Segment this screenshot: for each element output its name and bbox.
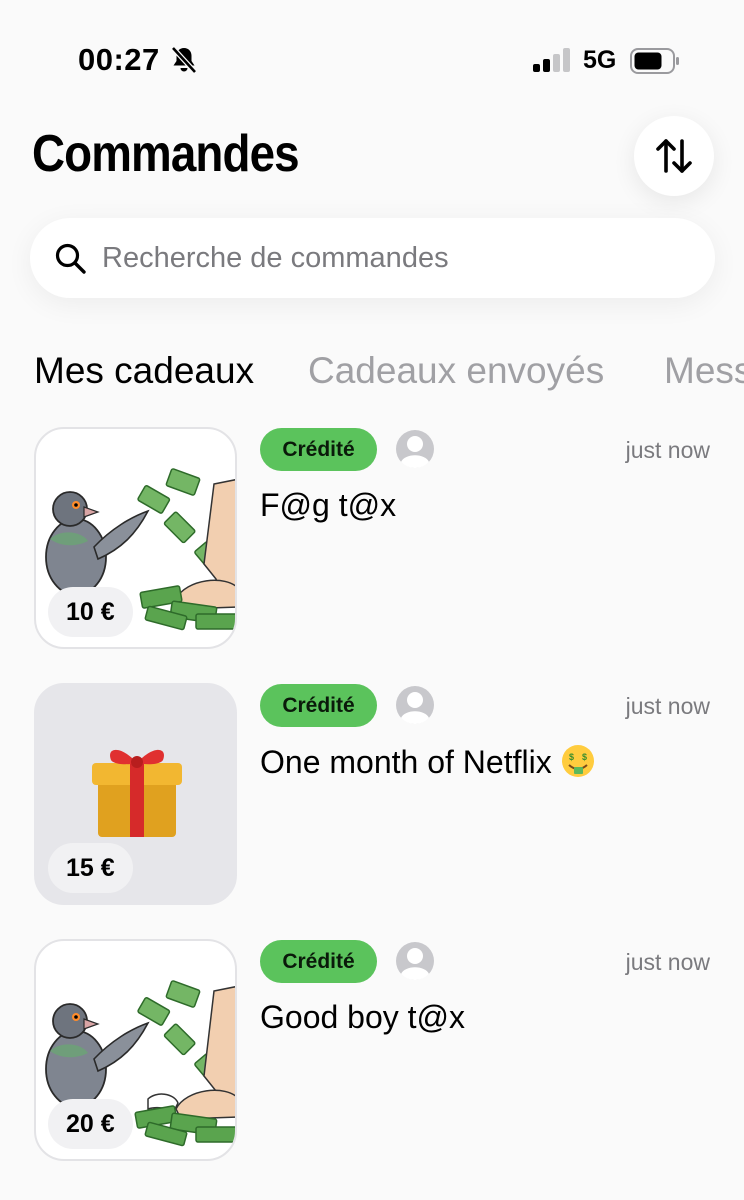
price-tag: 20 € — [48, 1099, 133, 1149]
avatar-icon[interactable] — [395, 429, 435, 469]
gift-image: 10 € — [34, 427, 237, 649]
tab-bar: Mes cadeaux Cadeaux envoyés Mess — [34, 350, 744, 400]
search-bar[interactable] — [30, 218, 715, 298]
order-title-text: One month of Netflix — [260, 744, 552, 780]
battery-icon — [630, 48, 679, 74]
bell-muted-icon — [171, 46, 197, 74]
avatar-icon[interactable] — [395, 685, 435, 725]
tab-cadeaux-envoyes[interactable]: Cadeaux envoyés — [308, 350, 604, 392]
money-mouth-face-icon: $ $ — [561, 745, 594, 777]
status-bar: 00:27 5G — [0, 0, 744, 110]
gift-image: 15 € — [34, 683, 237, 905]
network-type: 5G — [583, 46, 617, 74]
tab-mes-cadeaux[interactable]: Mes cadeaux — [34, 350, 254, 392]
status-badge: Crédité — [260, 684, 377, 727]
gift-image: 20 € — [34, 939, 237, 1161]
price-tag: 10 € — [48, 587, 133, 637]
avatar-icon[interactable] — [395, 941, 435, 981]
svg-text:$: $ — [582, 752, 587, 762]
page-title: Commandes — [32, 125, 300, 183]
tab-messages[interactable]: Mess — [664, 350, 744, 392]
svg-text:$: $ — [569, 752, 574, 762]
search-input[interactable] — [102, 232, 682, 284]
sort-button[interactable] — [634, 116, 714, 196]
order-timestamp: just now — [625, 437, 710, 463]
order-title: One month of Netflix $ $ — [260, 743, 596, 781]
status-time: 00:27 — [78, 42, 160, 77]
search-icon — [55, 243, 86, 274]
order-item[interactable]: 10 € Crédité just now F@g t@x — [0, 427, 744, 657]
status-badge: Crédité — [260, 940, 377, 983]
order-timestamp: just now — [625, 693, 710, 719]
order-timestamp: just now — [625, 949, 710, 975]
sort-arrows-icon — [656, 139, 692, 173]
order-item[interactable]: 15 € Crédité just now One month of Netfl… — [0, 683, 744, 913]
order-title: Good boy t@x — [260, 999, 466, 1035]
signal-icon — [533, 48, 570, 72]
status-badge: Crédité — [260, 428, 377, 471]
order-title: F@g t@x — [260, 487, 397, 523]
order-item[interactable]: 20 € Crédité just now Good boy t@x — [0, 939, 744, 1169]
price-tag: 15 € — [48, 843, 133, 893]
